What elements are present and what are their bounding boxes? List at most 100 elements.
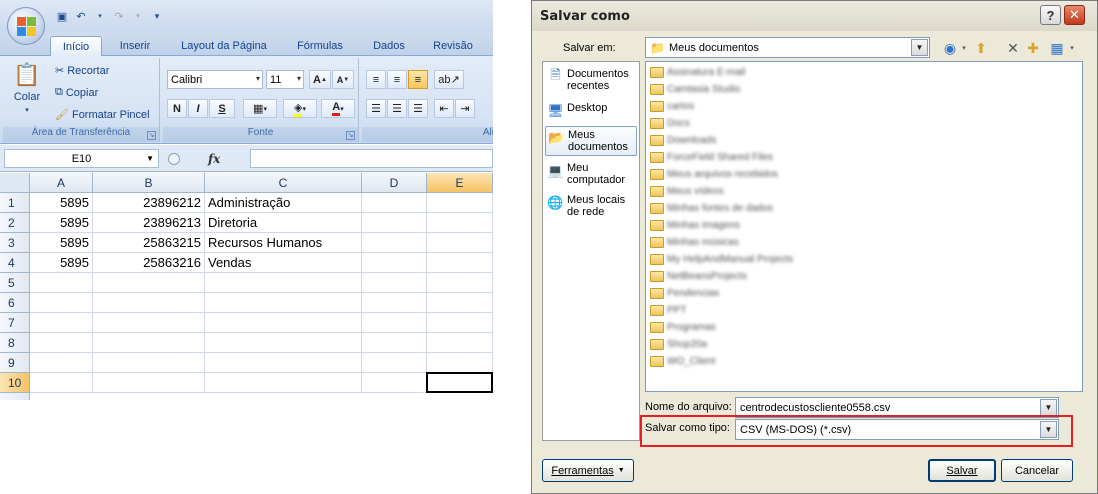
save-icon[interactable]: ▣	[54, 8, 70, 24]
cell-a10[interactable]	[30, 373, 93, 393]
tools-button[interactable]: Ferramentas ▼	[542, 459, 634, 482]
column-header-c[interactable]: C	[205, 173, 362, 193]
place-desktop[interactable]: 🖥 Desktop	[545, 100, 637, 121]
row-header[interactable]: 4	[0, 253, 30, 273]
cell-e4[interactable]	[427, 253, 493, 273]
shrink-font-button[interactable]: A ▼	[332, 70, 354, 89]
copy-button[interactable]: ⧉ Copiar	[55, 86, 98, 99]
tab-revisao[interactable]: Revisão	[422, 36, 484, 56]
formula-input[interactable]	[250, 149, 493, 168]
cell-b5[interactable]	[93, 273, 205, 293]
grow-font-button[interactable]: A ▲	[309, 70, 331, 89]
close-button[interactable]: ✕	[1064, 5, 1085, 25]
align-middle-button[interactable]: ≡	[387, 70, 407, 89]
back-icon[interactable]: ◉	[942, 39, 958, 57]
align-center-button[interactable]: ☰	[387, 99, 407, 118]
align-left-button[interactable]: ☰	[366, 99, 386, 118]
tab-layout-da-pagina[interactable]: Layout da Página	[170, 36, 278, 56]
cell-c1[interactable]: Administração	[205, 193, 362, 213]
increase-indent-button[interactable]: ⇥	[455, 99, 475, 118]
decrease-indent-button[interactable]: ⇤	[434, 99, 454, 118]
folder-item[interactable]: ForceField Shared Files	[650, 149, 773, 165]
row-header[interactable]: 5	[0, 273, 30, 293]
cell-d7[interactable]	[362, 313, 427, 333]
cell-c4[interactable]: Vendas	[205, 253, 362, 273]
insert-function-button[interactable]: fx	[208, 152, 220, 166]
place-network-places[interactable]: 🌐 Meus locais de rede	[545, 192, 637, 220]
cell-d9[interactable]	[362, 353, 427, 373]
folder-item[interactable]: WO_Client	[650, 353, 715, 369]
bold-button[interactable]: N	[167, 99, 187, 118]
font-name-combo[interactable]: Calibri ▾	[167, 70, 263, 89]
folder-item[interactable]: Assinatura E-mail	[650, 64, 745, 80]
cell-d5[interactable]	[362, 273, 427, 293]
cell-e2[interactable]	[427, 213, 493, 233]
folder-item[interactable]: Docs	[650, 115, 690, 131]
select-all-corner[interactable]	[0, 173, 30, 193]
cell-b2[interactable]: 23896213	[93, 213, 205, 233]
folder-item[interactable]: My HelpAndManual Projects	[650, 251, 793, 267]
tab-inserir[interactable]: Inserir	[106, 36, 164, 56]
cell-a9[interactable]	[30, 353, 93, 373]
place-my-computer[interactable]: 💻 Meu computador	[545, 160, 637, 188]
cell-d4[interactable]	[362, 253, 427, 273]
save-button[interactable]: Salvar	[928, 459, 996, 482]
italic-button[interactable]: I	[188, 99, 208, 118]
orientation-button[interactable]: ab↗	[434, 70, 464, 89]
cell-b10[interactable]	[93, 373, 205, 393]
cell-c5[interactable]	[205, 273, 362, 293]
folder-item[interactable]: cartos	[650, 98, 694, 114]
row-header[interactable]: 2	[0, 213, 30, 233]
paste-button[interactable]: 📋 Colar ▾	[7, 62, 47, 114]
cell-e6[interactable]	[427, 293, 493, 313]
row-header[interactable]: 3	[0, 233, 30, 253]
cell-a8[interactable]	[30, 333, 93, 353]
cell-b1[interactable]: 23896212	[93, 193, 205, 213]
cell-d6[interactable]	[362, 293, 427, 313]
align-bottom-button[interactable]: ≡	[408, 70, 428, 89]
row-header[interactable]: 10	[0, 373, 30, 393]
cell-a7[interactable]	[30, 313, 93, 333]
cell-a3[interactable]: 5895	[30, 233, 93, 253]
cell-d2[interactable]	[362, 213, 427, 233]
cell-b6[interactable]	[93, 293, 205, 313]
borders-button[interactable]: ▦ ▾	[243, 99, 277, 118]
cell-e5[interactable]	[427, 273, 493, 293]
font-size-combo[interactable]: 11 ▾	[266, 70, 304, 89]
folder-item[interactable]: Minhas fontes de dados	[650, 200, 773, 216]
cell-b8[interactable]	[93, 333, 205, 353]
name-box[interactable]: E10 ▼	[4, 149, 159, 168]
new-folder-icon[interactable]: ✚	[1024, 39, 1042, 57]
column-header-d[interactable]: D	[362, 173, 427, 193]
folder-item[interactable]: Meus vídeos	[650, 183, 724, 199]
save-in-combo[interactable]: 📁 Meus documentos ▼	[645, 37, 930, 58]
folder-item[interactable]: Minhas músicas	[650, 234, 739, 250]
cell-a6[interactable]	[30, 293, 93, 313]
tab-dados[interactable]: Dados	[362, 36, 416, 56]
back-dropdown-icon[interactable]: ▾	[960, 39, 968, 57]
align-right-button[interactable]: ☰	[408, 99, 428, 118]
undo-icon[interactable]: ↶	[73, 8, 89, 24]
folder-item[interactable]: NetBeansProjects	[650, 268, 747, 284]
place-recent-documents[interactable]: 🗎 Documentos recentes	[545, 66, 637, 94]
cell-d1[interactable]	[362, 193, 427, 213]
delete-icon[interactable]: ✕	[1004, 39, 1022, 57]
cell-c3[interactable]: Recursos Humanos	[205, 233, 362, 253]
cell-c10[interactable]	[205, 373, 362, 393]
align-top-button[interactable]: ≡	[366, 70, 386, 89]
underline-button[interactable]: S	[209, 99, 235, 118]
column-header-e[interactable]: E	[427, 173, 493, 193]
place-my-documents[interactable]: 📂 Meus documentos	[545, 126, 637, 156]
font-dialog-launcher-icon[interactable]: ↘	[346, 131, 355, 140]
cell-c7[interactable]	[205, 313, 362, 333]
undo-dropdown-icon[interactable]: ▾	[92, 8, 108, 24]
cell-e3[interactable]	[427, 233, 493, 253]
cell-c6[interactable]	[205, 293, 362, 313]
redo-icon[interactable]: ↷	[111, 8, 127, 24]
redo-dropdown-icon[interactable]: ▾	[130, 8, 146, 24]
cell-d8[interactable]	[362, 333, 427, 353]
fill-color-button[interactable]: ◈ ▾	[283, 99, 317, 118]
up-folder-icon[interactable]: ⬆	[972, 39, 990, 57]
row-header[interactable]: 7	[0, 313, 30, 333]
cell-e9[interactable]	[427, 353, 493, 373]
